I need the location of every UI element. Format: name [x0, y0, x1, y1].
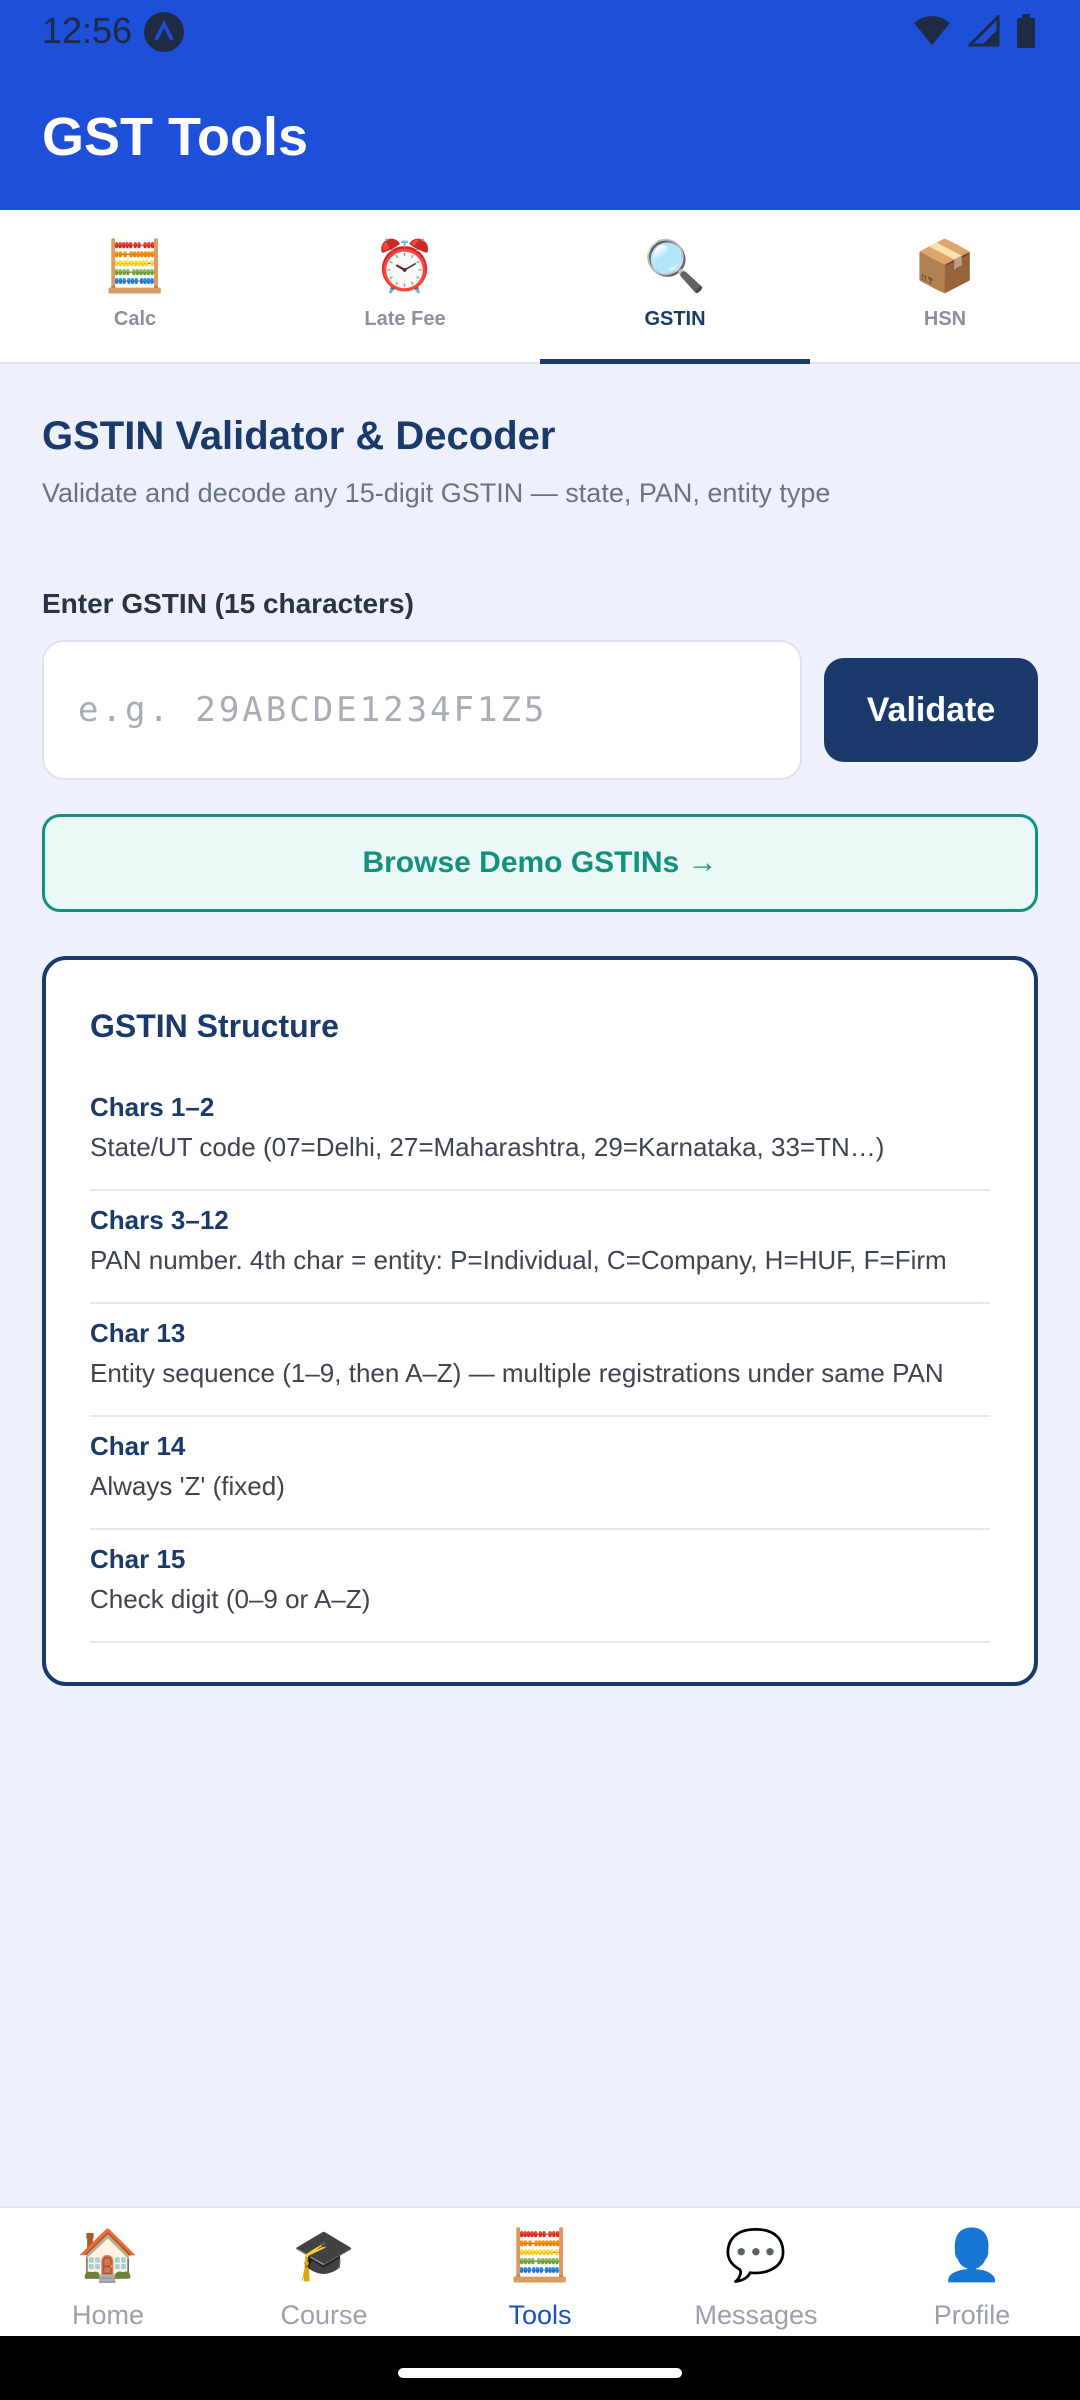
structure-item-heading: Chars 3–12 [90, 1205, 229, 1235]
list-item: Chars 3–12 PAN number. 4th char = entity… [90, 1191, 990, 1304]
graduation-cap-icon: 🎓 [292, 2227, 356, 2283]
signal-icon [966, 13, 1000, 52]
abacus-icon: 🧮 [508, 2227, 572, 2283]
structure-item-description: PAN number. 4th char = entity: P=Individ… [90, 1245, 947, 1275]
status-bar: 12:56 [0, 0, 1080, 60]
home-gesture-handle[interactable] [398, 2368, 682, 2378]
gstin-input[interactable] [42, 640, 802, 780]
structure-item-description: Always 'Z' (fixed) [90, 1471, 285, 1501]
user-icon: 👤 [940, 2227, 1004, 2283]
list-item: Char 13 Entity sequence (1–9, then A–Z) … [90, 1304, 990, 1417]
speech-bubble-icon: 💬 [724, 2227, 788, 2283]
home-icon: 🏠 [76, 2227, 140, 2283]
system-gesture-bar [0, 2336, 1080, 2400]
structure-item-heading: Char 14 [90, 1431, 186, 1461]
tab-hsn[interactable]: 📦 HSN [810, 210, 1080, 362]
tab-label: Late Fee [364, 308, 446, 330]
structure-list: Chars 1–2 State/UT code (07=Delhi, 27=Ma… [90, 1092, 990, 1643]
package-icon: 📦 [913, 238, 977, 294]
tab-label: HSN [923, 308, 967, 330]
status-time: 12:56 [42, 10, 133, 51]
nav-course[interactable]: 🎓 Course [216, 2208, 432, 2336]
list-item: Char 15 Check digit (0–9 or A–Z) [90, 1530, 990, 1643]
bottom-navigation: 🏠 Home 🎓 Course 🧮 Tools 💬 Messages 👤 Pro… [0, 2206, 1080, 2336]
structure-item-description: Check digit (0–9 or A–Z) [90, 1584, 371, 1614]
alarm-clock-icon: ⏰ [373, 238, 437, 294]
nav-tools[interactable]: 🧮 Tools [432, 2208, 648, 2336]
nav-profile[interactable]: 👤 Profile [864, 2208, 1080, 2336]
nav-label: Messages [694, 2300, 818, 2330]
nav-home[interactable]: 🏠 Home [0, 2208, 216, 2336]
validate-button[interactable]: Validate [824, 658, 1038, 762]
card-title: GSTIN Structure [90, 1008, 339, 1044]
structure-item-description: State/UT code (07=Delhi, 27=Maharashtra,… [90, 1132, 885, 1162]
app-bar: GST Tools [0, 60, 1080, 210]
gstin-structure-card: GSTIN Structure Chars 1–2 State/UT code … [42, 956, 1038, 1686]
browse-demo-gstins-button[interactable]: Browse Demo GSTINs → [42, 814, 1038, 912]
nav-messages[interactable]: 💬 Messages [648, 2208, 864, 2336]
status-indicators [912, 13, 1036, 53]
structure-item-heading: Chars 1–2 [90, 1092, 215, 1122]
nav-label: Home [71, 2300, 145, 2330]
app-notification-icon [144, 12, 184, 52]
tab-calc[interactable]: 🧮 Calc [0, 210, 270, 362]
gstin-input-label: Enter GSTIN (15 characters) [42, 588, 414, 619]
structure-item-heading: Char 15 [90, 1544, 186, 1574]
nav-label: Course [280, 2300, 368, 2330]
structure-item-description: Entity sequence (1–9, then A–Z) — multip… [90, 1358, 944, 1388]
page-subtitle: Validate and decode any 15-digit GSTIN —… [42, 478, 831, 508]
tab-gstin[interactable]: 🔍 GSTIN [540, 210, 810, 364]
wifi-icon [912, 15, 952, 52]
structure-item-heading: Char 13 [90, 1318, 186, 1348]
tab-label: Calc [113, 308, 157, 330]
page-title: GSTIN Validator & Decoder [42, 414, 556, 458]
list-item: Char 14 Always 'Z' (fixed) [90, 1417, 990, 1530]
list-item: Chars 1–2 State/UT code (07=Delhi, 27=Ma… [90, 1092, 990, 1191]
nav-label: Tools [508, 2300, 572, 2330]
app-title: GST Tools [42, 107, 308, 167]
magnifier-icon: 🔍 [643, 238, 707, 294]
abacus-icon: 🧮 [103, 238, 167, 294]
tab-late-fee[interactable]: ⏰ Late Fee [270, 210, 540, 362]
tab-label: GSTIN [644, 308, 706, 330]
battery-icon [1016, 14, 1036, 53]
nav-label: Profile [933, 2300, 1011, 2330]
tool-tabs: 🧮 Calc ⏰ Late Fee 🔍 GSTIN 📦 HSN [0, 210, 1080, 364]
